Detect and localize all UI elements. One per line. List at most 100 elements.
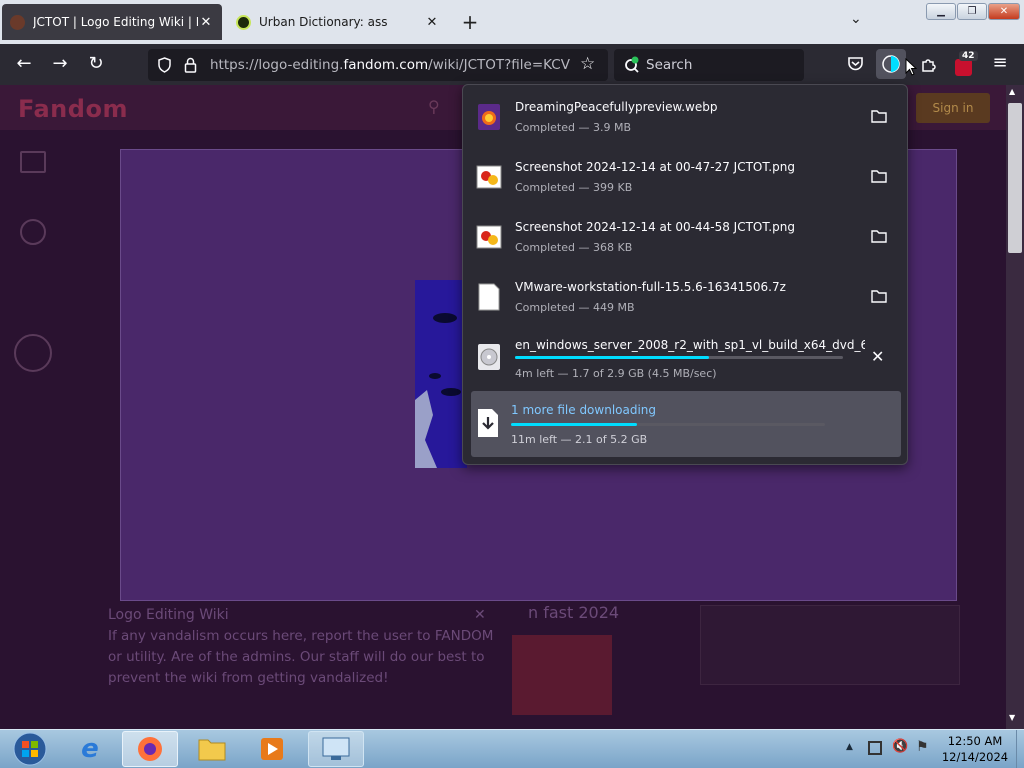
extensions-puzzle-icon[interactable] (920, 56, 937, 73)
url-prefix: https://logo-editing. (210, 57, 344, 73)
download-arrow-file-icon (478, 409, 498, 437)
download-filename: Screenshot 2024-12-14 at 00-47-27 JCTOT.… (515, 160, 795, 174)
download-item[interactable]: Screenshot 2024-12-14 at 00-44-58 JCTOT.… (463, 207, 909, 267)
more-downloads-progress-bar (511, 423, 825, 426)
more-downloads-progress-fill (511, 423, 637, 426)
tab-title: Urban Dictionary: ass (259, 15, 388, 29)
cancel-download-icon[interactable]: ✕ (871, 347, 884, 366)
extension-count-badge: 42 (959, 51, 978, 61)
window-close-button[interactable]: ✕ (988, 3, 1020, 20)
scroll-up-icon[interactable]: ▲ (1009, 87, 1015, 96)
taskbar-internet-explorer[interactable]: e (62, 731, 118, 767)
fandom-favicon-icon (10, 14, 25, 30)
close-tab-icon[interactable]: ✕ (198, 15, 214, 30)
navigation-toolbar: ← → ↻ https://logo-editing.fandom.com/wi… (0, 44, 1024, 85)
lightbox-image (415, 280, 467, 468)
tab-urban-dictionary[interactable]: Urban Dictionary: ass ✕ (228, 4, 448, 40)
network-icon[interactable] (868, 741, 882, 755)
show-in-folder-icon[interactable] (871, 229, 887, 243)
volume-muted-icon[interactable]: 🔇 (892, 739, 908, 754)
explore-icon[interactable] (20, 151, 46, 173)
download-progress-icon (882, 55, 900, 73)
action-center-flag-icon[interactable]: ⚑ (916, 739, 929, 755)
tab-jctot[interactable]: JCTOT | Logo Editing Wiki | Fan ✕ (2, 4, 222, 40)
back-arrow-icon[interactable]: ← (12, 53, 36, 74)
computer-window-icon (322, 737, 350, 760)
taskbar-explorer[interactable] (184, 731, 240, 767)
show-in-folder-icon[interactable] (871, 289, 887, 303)
close-tab-icon[interactable]: ✕ (424, 15, 440, 30)
search-engine-icon (625, 56, 639, 73)
clock-time: 12:50 AM (947, 734, 1003, 748)
taskbar-media-player[interactable] (244, 731, 300, 767)
ublock-origin-icon[interactable] (955, 59, 972, 76)
internet-explorer-icon: e (81, 734, 99, 764)
download-status: 4m left — 1.7 of 2.9 GB (4.5 MB/sec) (515, 367, 717, 380)
urban-dictionary-favicon-icon (236, 14, 251, 30)
lock-icon[interactable] (184, 57, 197, 73)
fandom-logo[interactable]: Fandom (18, 95, 128, 123)
fan-central-icon[interactable] (20, 219, 46, 245)
pocket-icon[interactable] (847, 56, 864, 72)
search-input[interactable]: Search (614, 49, 804, 81)
show-in-folder-icon[interactable] (871, 169, 887, 183)
search-placeholder: Search (646, 57, 693, 73)
download-item[interactable]: DreamingPeacefullypreview.webp Completed… (463, 87, 909, 147)
taskbar-firefox[interactable] (122, 731, 178, 767)
disc-file-icon (478, 344, 500, 370)
scroll-down-icon[interactable]: ▼ (1009, 713, 1015, 722)
page-scrollbar[interactable]: ▲ ▼ (1006, 85, 1024, 729)
downloads-button[interactable] (876, 49, 906, 79)
notice-body: If any vandalism occurs here, report the… (108, 628, 494, 686)
background-heading: n fast 2024 (528, 603, 620, 622)
media-player-icon (261, 738, 283, 760)
window-minimize-button[interactable]: ▁ (926, 3, 956, 20)
show-in-folder-icon[interactable] (871, 109, 887, 123)
blank-file-icon (478, 283, 500, 311)
more-downloads-summary[interactable]: 1 more file downloading 11m left — 2.1 o… (471, 391, 901, 457)
forward-arrow-icon[interactable]: → (48, 53, 72, 74)
scrollbar-thumb[interactable] (1008, 103, 1022, 253)
tab-title: JCTOT | Logo Editing Wiki | Fan (33, 15, 198, 29)
bookmark-star-icon[interactable]: ☆ (580, 54, 595, 74)
notice-close-icon[interactable]: ✕ (474, 605, 486, 626)
download-item[interactable]: VMware-workstation-full-15.5.6-16341506.… (463, 267, 909, 327)
new-tab-button[interactable]: + (458, 10, 482, 34)
system-clock[interactable]: 12:50 AM 12/14/2024 (940, 733, 1010, 765)
folder-icon (198, 739, 226, 761)
firefox-file-icon (478, 104, 500, 130)
taskbar-vm-app[interactable] (308, 731, 364, 767)
download-filename: Screenshot 2024-12-14 at 00-44-58 JCTOT.… (515, 220, 795, 234)
download-item[interactable]: Screenshot 2024-12-14 at 00-47-27 JCTOT.… (463, 147, 909, 207)
url-text[interactable]: https://logo-editing.fandom.com/wiki/JCT… (210, 57, 570, 73)
list-all-tabs-chevron-icon[interactable]: ⌄ (850, 11, 862, 27)
download-status: Completed — 368 KB (515, 241, 633, 254)
background-image (512, 635, 612, 715)
download-status: Completed — 399 KB (515, 181, 633, 194)
reload-icon[interactable]: ↻ (84, 53, 108, 74)
hamburger-menu-icon[interactable]: ≡ (988, 52, 1012, 73)
download-filename: en_windows_server_2008_r2_with_sp1_vl_bu… (515, 338, 865, 352)
url-suffix: /wiki/JCTOT?file=KCV1Con (428, 57, 570, 73)
download-progress-bar (515, 356, 843, 359)
image-file-icon (476, 225, 502, 249)
window-restore-button[interactable]: ❐ (957, 3, 987, 20)
wiki-avatar[interactable] (14, 334, 52, 372)
mouse-cursor-icon (905, 58, 917, 76)
tab-bar: JCTOT | Logo Editing Wiki | Fan ✕ Urban … (0, 0, 1024, 44)
more-downloads-status: 11m left — 2.1 of 5.2 GB (511, 433, 648, 446)
show-desktop-button[interactable] (1016, 730, 1024, 768)
download-filename: VMware-workstation-full-15.5.6-16341506.… (515, 280, 786, 294)
download-filename: DreamingPeacefullypreview.webp (515, 100, 718, 114)
url-bar[interactable]: https://logo-editing.fandom.com/wiki/JCT… (148, 49, 608, 81)
sign-in-button[interactable]: Sign in (916, 93, 990, 123)
show-hidden-icons-icon[interactable]: ▲ (846, 742, 853, 752)
notice-title: Logo Editing Wiki (108, 607, 229, 623)
tracking-shield-icon[interactable] (157, 57, 172, 73)
start-button[interactable] (2, 731, 58, 767)
firefox-icon (138, 737, 162, 761)
download-item-in-progress[interactable]: en_windows_server_2008_r2_with_sp1_vl_bu… (463, 327, 909, 387)
fandom-search-icon[interactable]: ⚲ (428, 97, 440, 116)
wiki-notice: Logo Editing Wiki If any vandalism occur… (108, 605, 498, 689)
download-status: Completed — 3.9 MB (515, 121, 632, 134)
